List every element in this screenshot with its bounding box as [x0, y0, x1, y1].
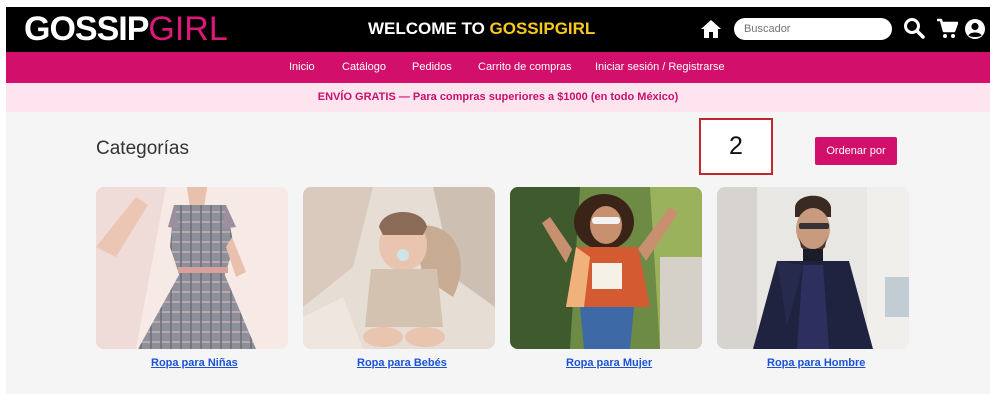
nav-item-login[interactable]: Iniciar sesión / Registrarse [595, 61, 725, 73]
category-image-ninas [96, 187, 288, 349]
annotation-label: 2 [699, 118, 773, 175]
categories-panel: Categorías 2 Ordenar por Ropa para Niñas… [6, 112, 990, 390]
home-icon[interactable] [700, 19, 722, 44]
user-icon[interactable] [964, 18, 986, 45]
welcome-brand: GOSSIPGIRL [489, 19, 596, 38]
logo-text-gossip: GOSSIP [24, 10, 149, 48]
category-card-mujer[interactable] [510, 187, 702, 349]
category-link-hombre[interactable]: Ropa para Hombre [767, 357, 865, 369]
search-icon[interactable] [903, 17, 925, 44]
welcome-banner: WELCOME TO GOSSIPGIRL [368, 19, 595, 39]
category-image-bebes [303, 187, 495, 349]
nav-item-catalogo[interactable]: Catálogo [342, 61, 386, 73]
sort-button[interactable]: Ordenar por [815, 137, 897, 165]
main-nav: Inicio Catálogo Pedidos Carrito de compr… [6, 52, 990, 83]
category-image-mujer [510, 187, 702, 349]
categories-section: Categorías 2 Ordenar por Ropa para Niñas… [6, 112, 990, 394]
category-image-hombre [717, 187, 909, 349]
search-input[interactable] [734, 18, 892, 40]
category-link-ninas[interactable]: Ropa para Niñas [151, 357, 238, 369]
nav-item-inicio[interactable]: Inicio [289, 61, 315, 73]
nav-item-carrito[interactable]: Carrito de compras [478, 61, 572, 73]
welcome-prefix: WELCOME TO [368, 19, 490, 38]
nav-item-pedidos[interactable]: Pedidos [412, 61, 452, 73]
category-card-hombre[interactable] [717, 187, 909, 349]
top-header: GOSSIPGIRL WELCOME TO GOSSIPGIRL [6, 7, 990, 52]
site-logo[interactable]: GOSSIPGIRL [24, 11, 228, 47]
cart-icon[interactable] [936, 18, 959, 44]
logo-text-girl: GIRL [148, 10, 228, 48]
category-card-bebes[interactable] [303, 187, 495, 349]
category-card-ninas[interactable] [96, 187, 288, 349]
page-title: Categorías [96, 138, 189, 159]
promo-banner: ENVÍO GRATIS — Para compras superiores a… [6, 83, 990, 112]
category-link-bebes[interactable]: Ropa para Bebés [357, 357, 447, 369]
category-link-mujer[interactable]: Ropa para Mujer [566, 357, 652, 369]
promo-text: ENVÍO GRATIS — Para compras superiores a… [317, 91, 679, 103]
